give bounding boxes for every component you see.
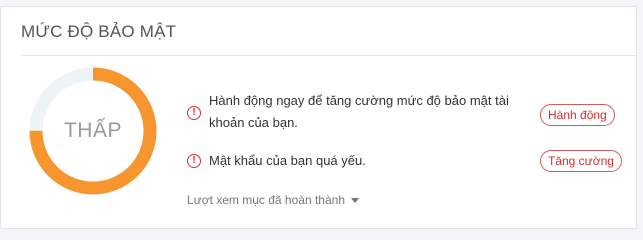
- alert-item: ! Mật khẩu của bạn quá yếu. Tăng cường: [187, 150, 627, 177]
- view-completed-items-label: Lượt xem mục đã hoàn thành: [187, 193, 345, 207]
- strengthen-password-button[interactable]: Tăng cường: [540, 150, 622, 172]
- alert-circle-icon: !: [187, 154, 201, 168]
- card-header: MỨC ĐỘ BẢO MẬT: [21, 7, 636, 56]
- alert-list: ! Hành động ngay để tăng cường mức độ bả…: [187, 93, 627, 177]
- alert-text: Hành động ngay để tăng cường mức độ bảo …: [209, 93, 509, 130]
- security-gauge: THẤP: [29, 67, 157, 195]
- alert-item: ! Hành động ngay để tăng cường mức độ bả…: [187, 93, 627, 143]
- view-completed-items-toggle[interactable]: Lượt xem mục đã hoàn thành: [187, 193, 359, 207]
- alert-text: Mật khẩu của bạn quá yếu.: [209, 153, 366, 168]
- security-level-label: THẤP: [63, 119, 122, 142]
- alert-circle-icon: !: [187, 106, 201, 120]
- caret-down-icon: [351, 198, 359, 204]
- panel-title: MỨC ĐỘ BẢO MẬT: [21, 22, 177, 41]
- take-action-button[interactable]: Hành động: [540, 104, 615, 126]
